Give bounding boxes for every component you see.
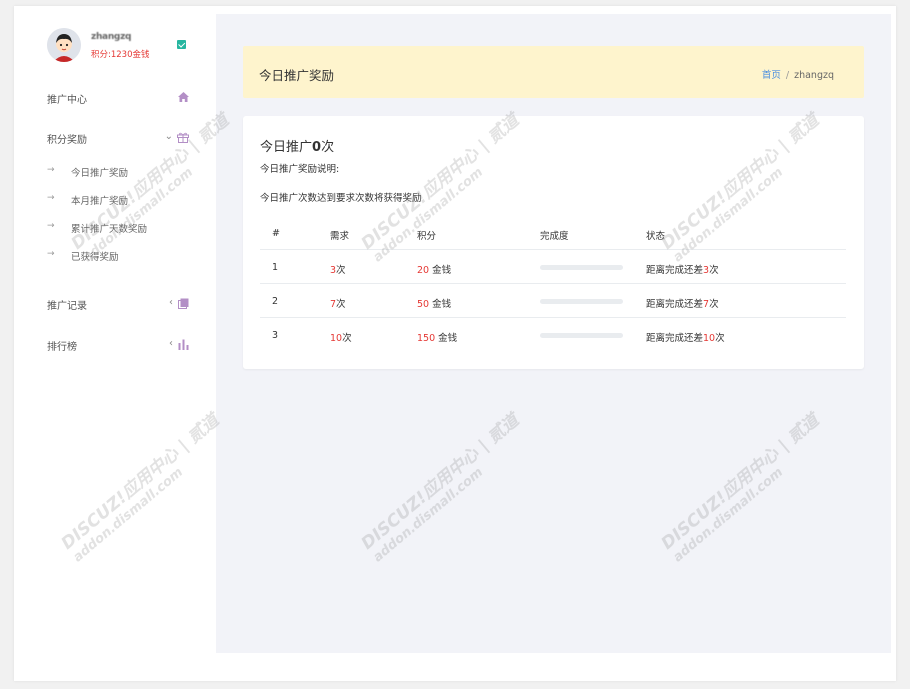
arrow-right-icon: → (47, 193, 55, 203)
table-row: 1 3次 20 金钱 距离完成还差3次 (260, 250, 846, 284)
row-status: 距离完成还差7次 (646, 299, 719, 310)
sidebar-sub-label: 本月推广奖励 (71, 196, 129, 207)
checkin-icon[interactable] (177, 40, 186, 49)
row-status: 距离完成还差10次 (646, 333, 725, 344)
row-need: 7次 (330, 299, 346, 310)
sidebar-item-label: 推广中心 (47, 95, 87, 106)
column-header: 需求 (330, 231, 350, 242)
avatar[interactable] (47, 28, 81, 62)
page-title: 今日推广奖励 (259, 68, 335, 83)
sidebar-sub-obtained[interactable]: → 已获得奖励 (47, 249, 197, 263)
bar-chart-icon (178, 339, 189, 353)
progress-bar (540, 299, 623, 304)
chevron-down-icon: ⌄ (164, 131, 173, 142)
app-frame: zhangzq 积分:1230金钱 推广中心 积分奖励 ⌄ → 今日推广奖励 →… (14, 6, 896, 681)
row-index: 1 (272, 262, 279, 273)
chevron-left-icon: ‹ (169, 338, 173, 349)
book-icon (178, 298, 189, 312)
sidebar-item-ranking[interactable]: 排行榜 ‹ (47, 337, 189, 353)
arrow-right-icon: → (47, 221, 55, 231)
row-status: 距离完成还差3次 (646, 265, 719, 276)
sidebar-sub-label: 今日推广奖励 (71, 168, 129, 179)
description-label: 今日推广奖励说明: (260, 164, 340, 175)
home-icon (178, 92, 189, 105)
column-header: 积分 (417, 231, 437, 242)
reward-card: 今日推广0次 今日推广奖励说明: 今日推广次数达到要求次数将获得奖励 # 需求 … (243, 116, 864, 369)
sidebar-item-label: 推广记录 (47, 301, 87, 312)
sidebar-sub-today[interactable]: → 今日推广奖励 (47, 165, 197, 179)
sidebar-sub-cumulative[interactable]: → 累计推广天数奖励 (47, 221, 197, 235)
description-text: 今日推广次数达到要求次数将获得奖励 (260, 193, 422, 204)
gift-icon (177, 132, 189, 146)
breadcrumb-current: zhangzq (794, 70, 834, 81)
sidebar-item-promo-records[interactable]: 推广记录 ‹ (47, 296, 189, 312)
progress-bar (540, 333, 623, 338)
column-header: 状态 (646, 231, 666, 242)
table-header: # 需求 积分 完成度 状态 (260, 216, 846, 250)
row-points: 20 金钱 (417, 265, 452, 276)
user-points: 积分:1230金钱 (91, 50, 150, 60)
card-title-count: 0 (312, 140, 322, 155)
row-points: 50 金钱 (417, 299, 452, 310)
row-need: 10次 (330, 333, 352, 344)
sidebar-sub-label: 已获得奖励 (71, 252, 119, 263)
row-index: 2 (272, 296, 279, 307)
reward-table: # 需求 积分 完成度 状态 1 3次 20 金钱 距离完成还差3次 2 7次 … (260, 216, 846, 352)
row-points: 150 金钱 (417, 333, 458, 344)
main-content: 今日推广奖励 首页 / zhangzq 今日推广0次 今日推广奖励说明: 今日推广次… (216, 14, 891, 653)
sidebar-sub-label: 累计推广天数奖励 (71, 224, 148, 235)
sidebar-item-promo-center[interactable]: 推广中心 (47, 90, 189, 106)
sidebar-item-label: 排行榜 (47, 342, 77, 353)
sidebar: zhangzq 积分:1230金钱 推广中心 积分奖励 ⌄ → 今日推广奖励 →… (14, 6, 216, 681)
arrow-right-icon: → (47, 165, 55, 175)
row-index: 3 (272, 330, 279, 341)
table-row: 2 7次 50 金钱 距离完成还差7次 (260, 284, 846, 318)
card-title-suffix: 次 (321, 140, 335, 155)
user-panel: zhangzq 积分:1230金钱 (47, 28, 192, 64)
column-header: 完成度 (540, 231, 569, 242)
page-header: 今日推广奖励 首页 / zhangzq (243, 46, 864, 98)
table-row: 3 10次 150 金钱 距离完成还差10次 (260, 318, 846, 352)
card-title: 今日推广0次 (260, 136, 334, 155)
chevron-left-icon: ‹ (169, 297, 173, 308)
column-header: # (272, 228, 280, 239)
breadcrumb-home-link[interactable]: 首页 (762, 70, 781, 81)
sidebar-item-points-reward[interactable]: 积分奖励 ⌄ (47, 130, 189, 146)
arrow-right-icon: → (47, 249, 55, 259)
card-title-prefix: 今日推广 (260, 140, 313, 155)
progress-bar (540, 265, 623, 270)
sidebar-item-label: 积分奖励 (47, 135, 87, 146)
username: zhangzq (91, 32, 132, 42)
sidebar-sub-month[interactable]: → 本月推广奖励 (47, 193, 197, 207)
row-need: 3次 (330, 265, 346, 276)
breadcrumb: 首页 / zhangzq (762, 67, 834, 81)
breadcrumb-separator: / (785, 70, 790, 81)
